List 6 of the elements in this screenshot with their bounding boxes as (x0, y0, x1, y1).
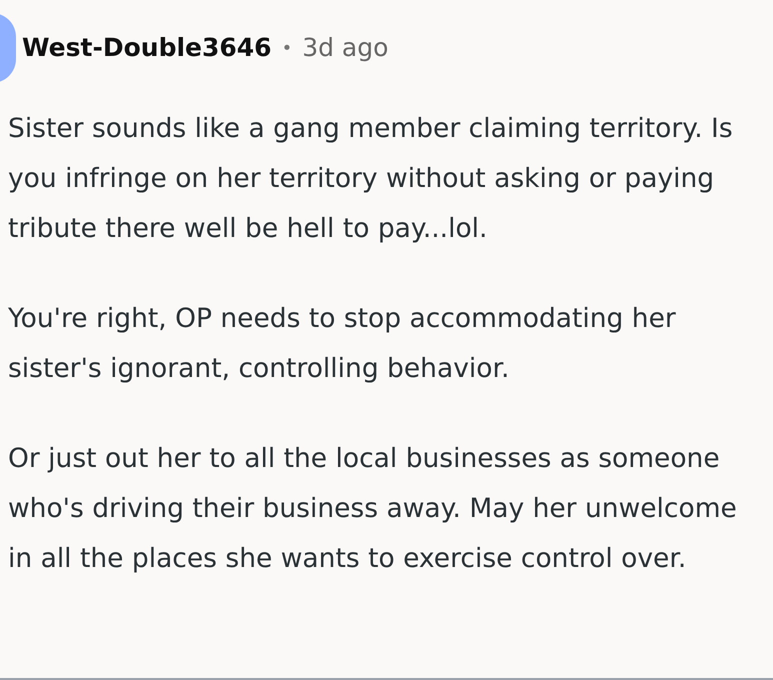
comment-paragraph: Or just out her to all the local businesses as someone who's driving their business away. May her unwelcome in all the places she wants to exercise control over. (8, 442, 738, 576)
separator-dot: • (282, 36, 292, 60)
username[interactable]: West-Double3646 (22, 29, 272, 67)
comment-paragraph: Sister sounds like a gang member claiming territory. Is you infringe on her territory without asking or paying tribute there well be hell to pay...lol. (8, 112, 734, 246)
timestamp: 3d ago (302, 32, 388, 64)
comment-paragraph: You're right, OP needs to stop accommodating her sister's ignorant, controlling behavior. (8, 302, 677, 386)
